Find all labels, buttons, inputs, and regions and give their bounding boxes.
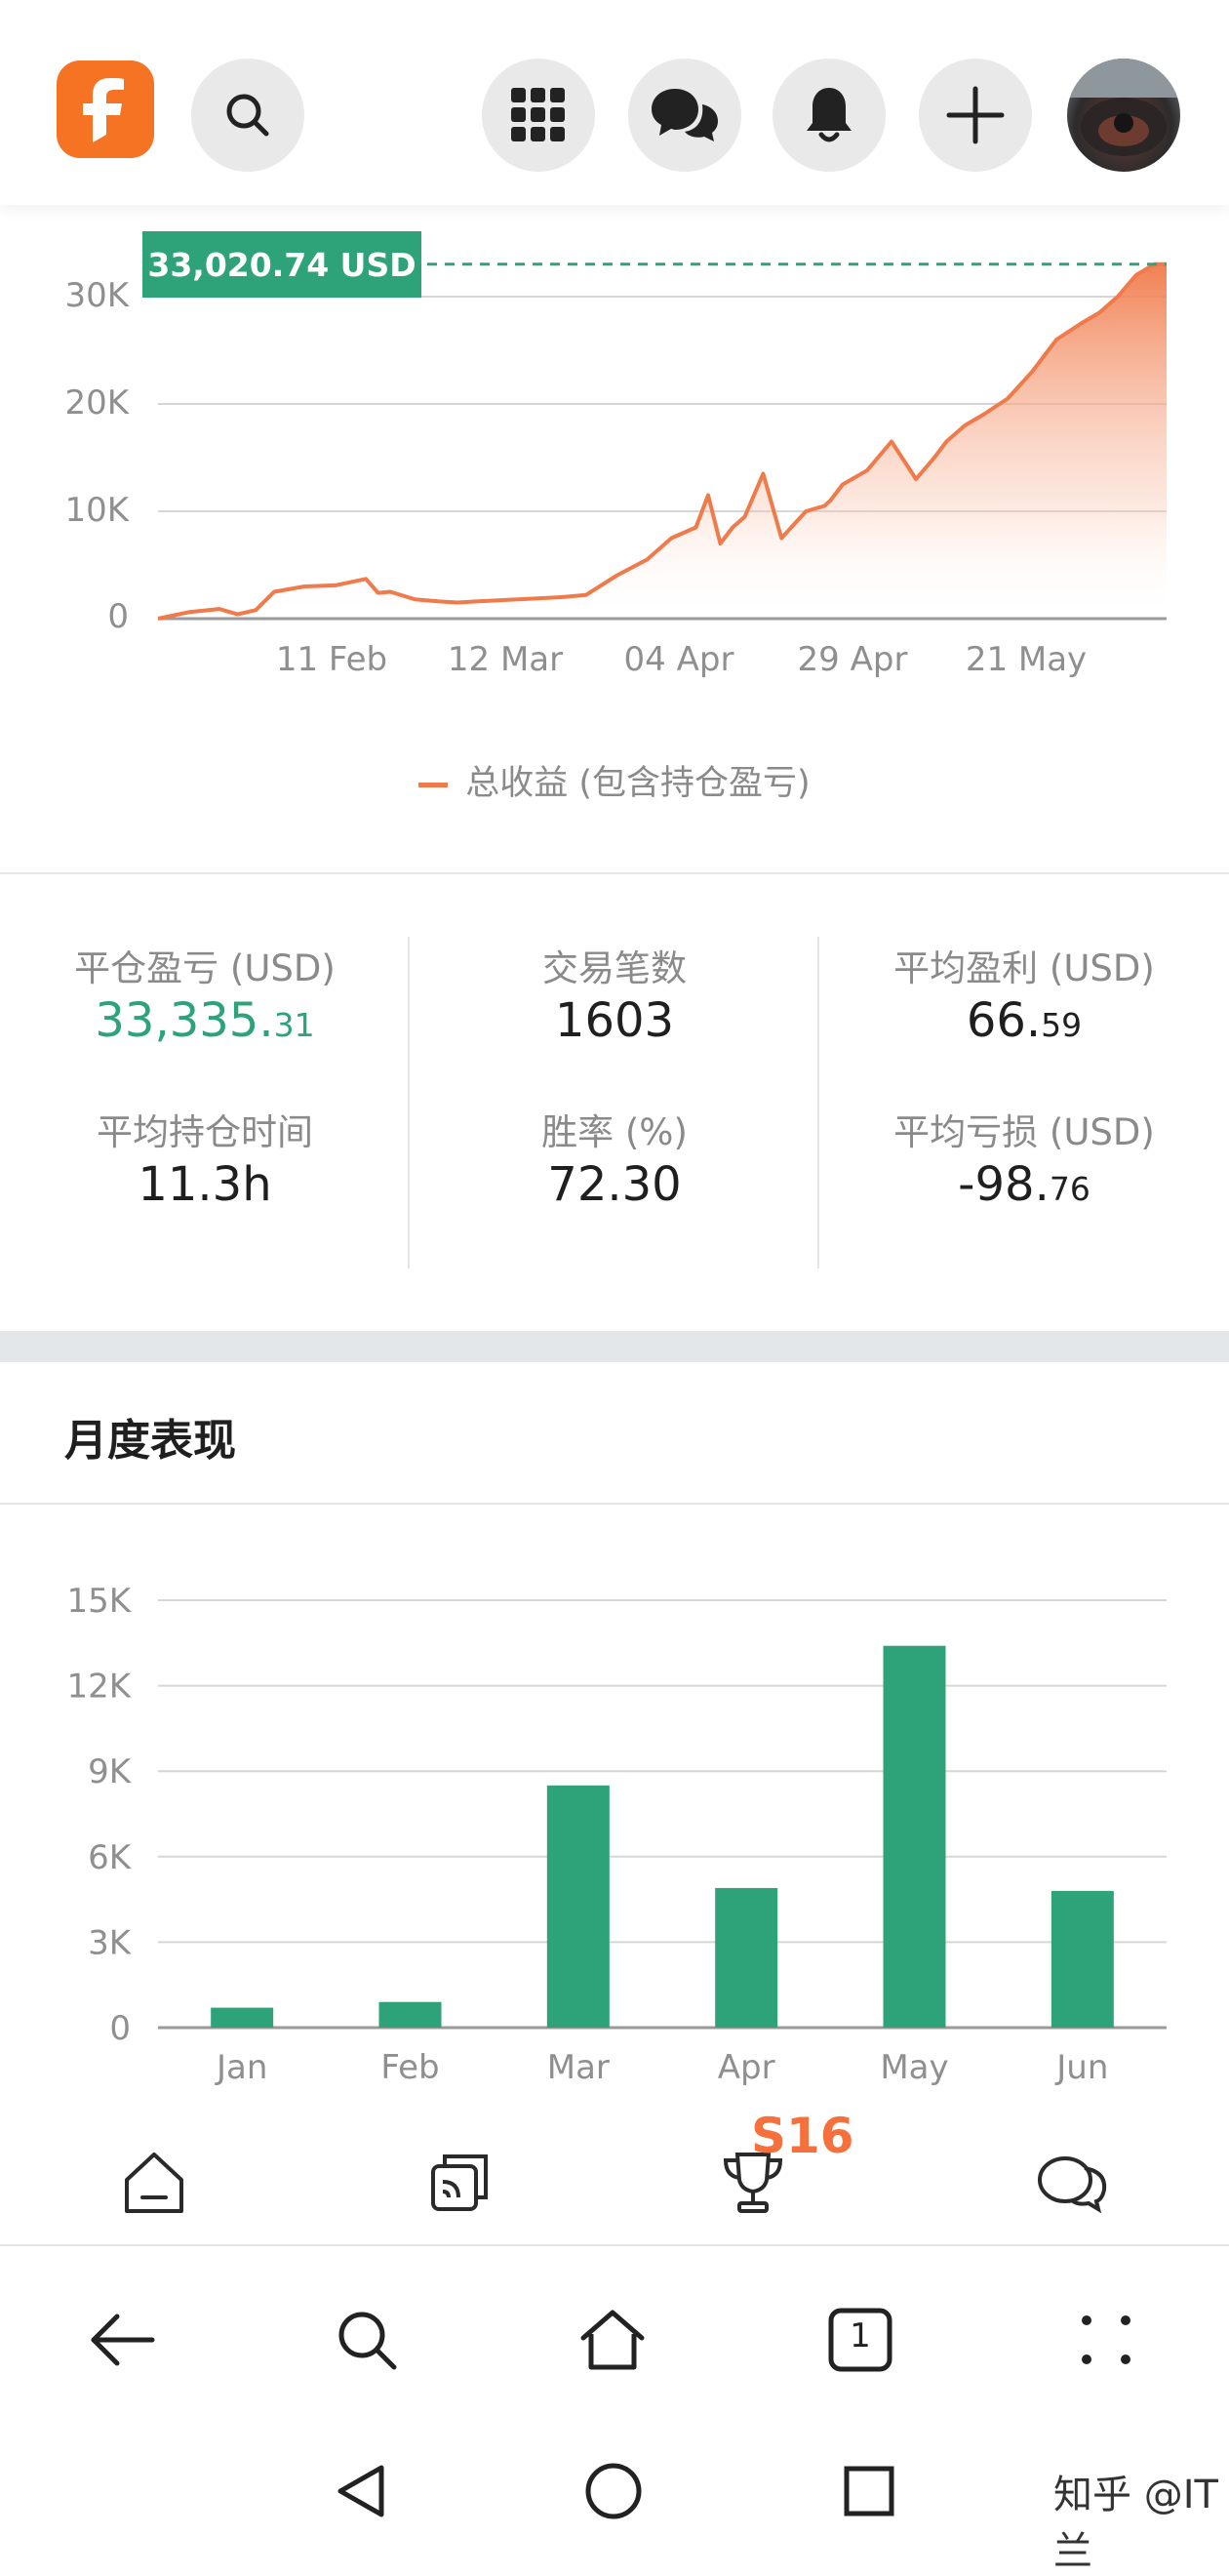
bar (883, 1645, 946, 2028)
x-tick-label: Apr (718, 2048, 775, 2087)
closed-pnl-label: 平仓盈亏 (USD) (74, 947, 336, 989)
home-icon (580, 2310, 645, 2370)
browser-toolbar: 1 (0, 2244, 1229, 2432)
circle-home-icon (585, 2463, 642, 2519)
chat-bubble-icon (1038, 2156, 1107, 2214)
search-icon (226, 94, 269, 137)
tab-count: 1 (850, 2316, 871, 2355)
win-rate-value: 72.30 (547, 1157, 682, 1212)
x-tick-label: 29 Apr (797, 640, 908, 679)
avg-profit-value: 66.59 (966, 993, 1083, 1048)
x-tick-label: 04 Apr (623, 640, 734, 679)
x-tick-label: 12 Mar (447, 640, 564, 679)
avg-profit-label: 平均盈利 (USD) (893, 947, 1155, 989)
y-tick-label: 0 (109, 2009, 131, 2048)
chat-icon (652, 89, 718, 141)
trade-count-value: 1603 (554, 993, 675, 1048)
app-bottom-nav (0, 2108, 1229, 2244)
home-icon (125, 2153, 183, 2213)
avatar-image (1067, 59, 1180, 156)
avg-loss-label: 平均亏损 (USD) (893, 1111, 1155, 1153)
system-recents-button[interactable] (825, 2447, 913, 2535)
column-divider (817, 937, 819, 1268)
legend-label: 总收益 (包含持仓盈亏) (465, 764, 811, 803)
nav-community[interactable] (1028, 2137, 1118, 2227)
x-tick-label: Jun (1054, 2048, 1108, 2087)
avg-hold-time-label: 平均持仓时间 (97, 1111, 313, 1153)
y-tick-label: 12K (66, 1668, 132, 1707)
y-tick-label: 6K (88, 1838, 133, 1877)
bell-icon (807, 88, 852, 142)
y-tick-label: 15K (66, 1582, 132, 1621)
column-divider (408, 937, 410, 1268)
browser-back-button[interactable] (78, 2295, 168, 2385)
bar (378, 2001, 442, 2028)
browser-tabs-button[interactable]: 1 (815, 2295, 905, 2385)
browser-search-button[interactable] (322, 2295, 412, 2385)
avg-loss-value: -98.76 (958, 1157, 1090, 1212)
notifications-button[interactable] (773, 59, 886, 172)
back-arrow-icon (91, 2314, 155, 2366)
x-tick-label: Jan (215, 2048, 267, 2087)
copy-trading-icon (431, 2154, 488, 2211)
triangle-back-icon (337, 2465, 384, 2517)
section-gap (0, 1331, 1229, 1362)
x-tick-label: 21 May (965, 640, 1088, 679)
area-fill (158, 263, 1167, 619)
bar (715, 1887, 778, 2028)
system-home-button[interactable] (570, 2447, 657, 2535)
nav-copytrading[interactable] (416, 2137, 505, 2227)
bar (1051, 1890, 1114, 2028)
avg-hold-time-value: 11.3h (138, 1157, 272, 1212)
y-tick-label: 3K (88, 1923, 133, 1962)
y-tick-label: 9K (88, 1752, 133, 1791)
contest-season-badge: S16 (751, 2108, 854, 2164)
system-nav-bar (0, 2430, 1229, 2553)
bar (211, 2007, 274, 2028)
search-button[interactable] (191, 59, 304, 172)
create-button[interactable] (919, 59, 1032, 172)
nav-home[interactable] (109, 2137, 199, 2227)
square-recents-icon (844, 2466, 894, 2516)
x-tick-label: May (880, 2048, 948, 2087)
current-value-tag: 33,020.74 USD (142, 231, 421, 298)
plus-icon (946, 86, 1005, 144)
monthly-bars-svg: 0 3K 6K 9K 12K 15K Jan Feb Mar Apr May Jun (66, 1582, 1167, 2087)
user-avatar[interactable] (1067, 59, 1180, 172)
x-tick-label: Mar (547, 2048, 610, 2087)
x-tick-label: 11 Feb (275, 640, 388, 679)
closed-pnl-value: 33,335.31 (95, 993, 315, 1048)
top-bar (0, 0, 1229, 205)
browser-more-button[interactable] (1061, 2295, 1151, 2385)
browser-home-button[interactable] (568, 2295, 657, 2385)
x-tick-label: Feb (380, 2048, 439, 2087)
legend-swatch (418, 782, 449, 787)
win-rate-label: 胜率 (%) (541, 1111, 688, 1153)
search-icon (338, 2312, 397, 2370)
monthly-performance-title: 月度表现 (64, 1416, 236, 1466)
divider (0, 872, 1229, 874)
system-back-button[interactable] (316, 2447, 404, 2535)
bar (546, 1785, 610, 2028)
divider (0, 1503, 1229, 1505)
monthly-bar-chart: 0 3K 6K 9K 12K 15K Jan Feb Mar Apr May Jun (0, 1522, 1229, 2108)
apps-button[interactable] (482, 59, 595, 172)
watermark: 知乎 @IT兰 (1053, 2473, 1218, 2574)
trade-count-label: 交易笔数 (542, 947, 687, 989)
f-logo-icon (83, 78, 124, 142)
apps-grid-icon (511, 88, 565, 141)
messages-button[interactable] (628, 59, 741, 172)
chart-legend[interactable]: 总收益 (包含持仓盈亏) (0, 755, 1229, 805)
app-logo[interactable] (57, 60, 154, 158)
more-icon (1082, 2315, 1130, 2364)
